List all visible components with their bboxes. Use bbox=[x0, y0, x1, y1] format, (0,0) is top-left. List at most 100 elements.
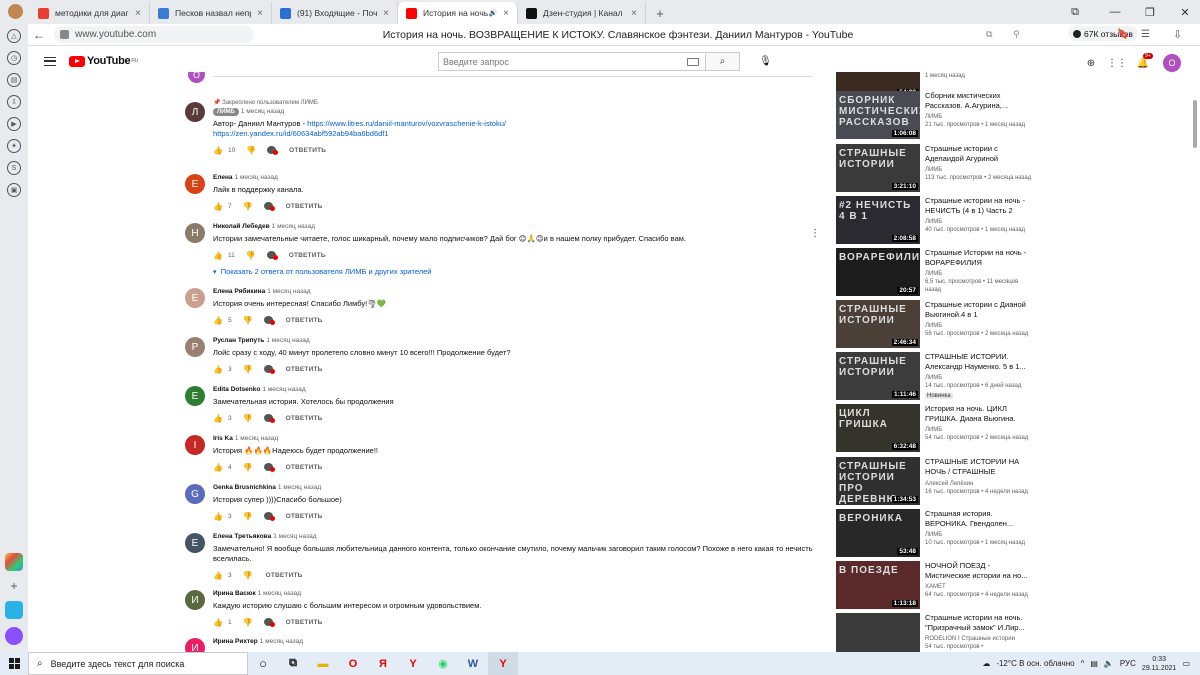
video-title[interactable]: Сборник мистических Рассказов. А.Агурина… bbox=[925, 91, 1035, 110]
dislike-icon[interactable]: 👎 bbox=[243, 365, 253, 374]
reply-button[interactable]: ОТВЕТИТЬ bbox=[286, 203, 323, 210]
video-thumbnail[interactable]: В ПОЕЗДЕ 1:13:18 bbox=[836, 561, 920, 609]
video-channel[interactable]: RODELION I Страшные истории bbox=[925, 635, 1035, 643]
add-icon[interactable]: + bbox=[5, 579, 23, 593]
comment-avatar[interactable]: И bbox=[185, 638, 205, 652]
comment-time[interactable]: 1 месяц назад bbox=[235, 174, 278, 181]
video-channel[interactable]: ЛИМБ bbox=[925, 166, 1035, 174]
key-icon[interactable]: ⚲ bbox=[1013, 29, 1020, 40]
browser-tab[interactable]: (91) Входящие - Почта М× bbox=[272, 2, 398, 24]
comment-time[interactable]: 1 месяц назад bbox=[267, 288, 310, 295]
video-channel[interactable]: ЛИМБ bbox=[925, 426, 1035, 434]
dislike-icon[interactable]: 👎 bbox=[243, 512, 253, 521]
comment-time[interactable]: 1 месяц назад bbox=[273, 533, 316, 540]
like-icon[interactable]: 👍 bbox=[213, 571, 223, 580]
alice-icon[interactable] bbox=[5, 627, 23, 645]
windows-start-button[interactable] bbox=[0, 652, 28, 675]
collections-icon[interactable]: ▤ bbox=[7, 73, 21, 87]
comment-time[interactable]: 1 месяц назад bbox=[278, 484, 321, 491]
comment-author[interactable]: Руслан Трипуть bbox=[213, 337, 264, 344]
comment-author[interactable]: Ирина Рихтер bbox=[213, 638, 258, 645]
minimize-button[interactable]: — bbox=[1100, 0, 1130, 24]
dislike-icon[interactable]: 👎 bbox=[243, 618, 253, 627]
video-title[interactable]: Страшные Истории на ночь - ВОРАРЕФИЛИЯ bbox=[925, 248, 1035, 267]
hamburger-menu-icon[interactable] bbox=[44, 56, 56, 66]
video-thumbnail[interactable]: СТРАШНЫЕ ИСТОРИИ 1:11:46 bbox=[836, 352, 920, 400]
browser-tab[interactable]: Песков назвал неприемл× bbox=[150, 2, 272, 24]
network-icon[interactable]: ▤ bbox=[1090, 659, 1098, 668]
video-icon[interactable]: ▶ bbox=[7, 117, 21, 131]
video-title[interactable]: История на ночь. ЦИКЛ ГРИШКА. Диана Вьюг… bbox=[925, 404, 1035, 423]
video-thumbnail[interactable]: СТРАШНЫЕ ИСТОРИИ 2:46:34 bbox=[836, 300, 920, 348]
comment-author[interactable]: Елена Третьякова bbox=[213, 533, 271, 540]
close-tab-icon[interactable]: × bbox=[625, 8, 637, 19]
apps-grid-icon[interactable]: ⋮⋮ bbox=[1107, 57, 1127, 69]
opera-icon[interactable]: O bbox=[338, 652, 368, 675]
comment-avatar[interactable]: G bbox=[185, 484, 205, 504]
yandex-browser-active-icon[interactable]: Y bbox=[488, 652, 518, 675]
video-thumbnail[interactable] bbox=[836, 613, 920, 652]
dislike-icon[interactable]: 👎 bbox=[243, 414, 253, 423]
weather-text[interactable]: -12°C В осн. облачно bbox=[996, 659, 1074, 668]
related-video[interactable]: ВОРАРЕФИЛИЯ 20:57 Страшные Истории на ночь… bbox=[836, 248, 1036, 296]
whatsapp-icon[interactable]: ◉ bbox=[428, 652, 458, 675]
like-icon[interactable]: 👍 bbox=[213, 512, 223, 521]
related-video[interactable]: СТРАШНЫЕ ИСТОРИИ ПРО ДЕРЕВНЮ 1:34:53 СТРАШ… bbox=[836, 457, 1036, 505]
page-scrollbar[interactable] bbox=[1193, 100, 1197, 148]
s-icon[interactable]: S bbox=[7, 161, 21, 175]
search-button[interactable]: ⌕ bbox=[706, 52, 740, 71]
history-icon[interactable]: ◷ bbox=[7, 51, 21, 65]
related-video[interactable]: СТРАШНЫЕ ИСТОРИИ 3:21:10 Страшные истории … bbox=[836, 144, 1036, 192]
video-title[interactable]: Страшная история. ВЕРОНИКА. Гвендолен... bbox=[925, 509, 1035, 528]
notifications-center-icon[interactable]: ▭ bbox=[1182, 659, 1190, 668]
reply-button[interactable]: ОТВЕТИТЬ bbox=[286, 317, 323, 324]
comment-author[interactable]: Николай Лебедев bbox=[213, 223, 270, 230]
comment-time[interactable]: 1 месяц назад bbox=[262, 386, 305, 393]
dislike-icon[interactable]: 👎 bbox=[243, 202, 253, 211]
related-video[interactable]: Страшные истории на ночь. "Призрачный за… bbox=[836, 613, 1036, 652]
video-channel[interactable]: ЛИМБ bbox=[925, 322, 1035, 330]
comment-avatar[interactable]: Н bbox=[185, 223, 205, 243]
comment-author[interactable]: Ирина Васюк bbox=[213, 590, 256, 597]
related-video[interactable]: ВЕРОНИКА 53:48 Страшная история. ВЕРОНИКА.… bbox=[836, 509, 1036, 557]
reply-button[interactable]: ОТВЕТИТЬ bbox=[289, 252, 326, 259]
browser-tab[interactable]: методики для диагностик× bbox=[30, 2, 150, 24]
speaker-icon[interactable]: 🔊 bbox=[488, 9, 497, 17]
video-thumbnail[interactable]: #2 НЕЧИСТЬ 4 В 1 2:08:58 bbox=[836, 196, 920, 244]
like-icon[interactable]: 👍 bbox=[213, 316, 223, 325]
task-view-icon[interactable]: ⧉ bbox=[278, 652, 308, 675]
like-icon[interactable]: 👍 bbox=[213, 365, 223, 374]
volume-icon[interactable]: 🔈 bbox=[1104, 659, 1114, 668]
comment-time[interactable]: 1 месяц назад bbox=[235, 435, 278, 442]
comment-time[interactable]: 1 месяц назад bbox=[241, 108, 284, 115]
comment-author[interactable]: Edita Dotsenko bbox=[213, 386, 260, 393]
dislike-icon[interactable]: 👎 bbox=[246, 251, 256, 260]
comment-author[interactable]: Елена Рябикина bbox=[213, 288, 265, 295]
bell-icon[interactable]: △ bbox=[7, 29, 21, 43]
dislike-icon[interactable]: 👎 bbox=[243, 463, 253, 472]
microphone-icon[interactable]: 🎙 bbox=[758, 54, 773, 69]
bookmark-manager-icon[interactable]: ⧉ bbox=[1060, 0, 1090, 24]
video-title[interactable]: Страшные истории на ночь. "Призрачный за… bbox=[925, 613, 1035, 632]
related-video[interactable]: В ПОЕЗДЕ 1:13:18 НОЧНОЙ ПОЕЗД - Мистически… bbox=[836, 561, 1036, 609]
restore-button[interactable]: ❐ bbox=[1135, 0, 1165, 24]
close-tab-icon[interactable]: × bbox=[377, 8, 389, 19]
dislike-icon[interactable]: 👎 bbox=[243, 316, 253, 325]
like-icon[interactable]: 👍 bbox=[213, 463, 223, 472]
comment-time[interactable]: 1 месяц назад bbox=[258, 590, 301, 597]
comment-avatar[interactable]: Л bbox=[185, 102, 205, 122]
video-thumbnail[interactable]: СБОРНИК МИСТИЧЕСКИХ РАССКАЗОВ 1:06:08 bbox=[836, 91, 920, 139]
comment-avatar[interactable]: Е bbox=[185, 174, 205, 194]
comment-menu-icon[interactable]: ⋮ bbox=[810, 228, 820, 239]
comment-avatar[interactable]: Е bbox=[185, 288, 205, 308]
video-thumbnail[interactable]: СТРАШНЫЕ ИСТОРИИ ПРО ДЕРЕВНЮ 1:34:53 bbox=[836, 457, 920, 505]
extensions-icon[interactable]: ☰ bbox=[1141, 29, 1150, 40]
file-explorer-icon[interactable]: ▬ bbox=[308, 652, 338, 675]
url-field[interactable]: www.youtube.com bbox=[54, 26, 254, 43]
video-thumbnail[interactable]: СТРАШНЫЕ ИСТОРИИ 3:21:10 bbox=[836, 144, 920, 192]
comment-author[interactable]: Genka Brusnichkina bbox=[213, 484, 276, 491]
translate-icon[interactable]: ⧉ bbox=[986, 29, 992, 40]
comment-link[interactable]: https://zen.yandex.ru/id/60634abf592ab94… bbox=[213, 129, 389, 138]
account-avatar[interactable]: О bbox=[1163, 54, 1181, 72]
comment-avatar[interactable]: I bbox=[185, 435, 205, 455]
